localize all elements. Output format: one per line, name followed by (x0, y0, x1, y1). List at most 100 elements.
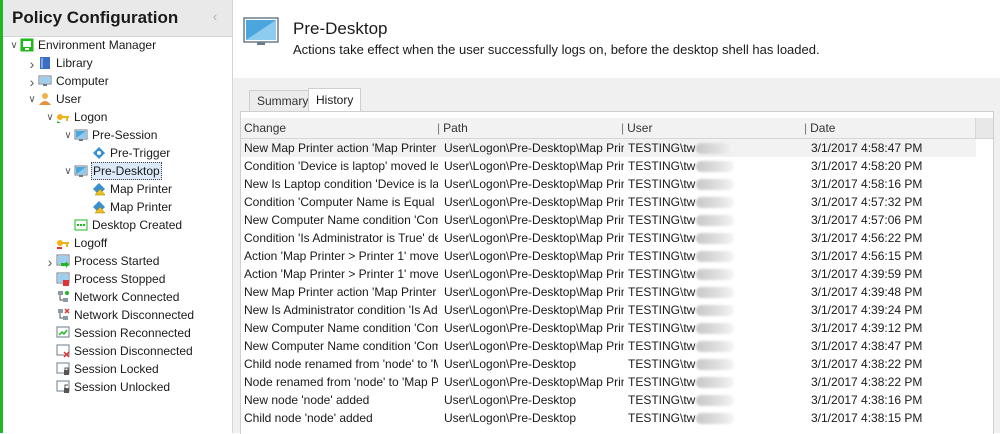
cell-date: 3/1/2017 4:58:20 PM (811, 157, 971, 175)
cell-user: TESTING\tw (628, 391, 808, 409)
cell-path: User\Logon\Pre-Desktop\Map Printer (444, 319, 624, 337)
column-header-path[interactable]: | Path (437, 118, 468, 138)
cell-text: User\Logon\Pre-Desktop\Map Printer (444, 159, 624, 173)
chevron-down-icon[interactable]: ∨ (8, 37, 20, 55)
cell-date: 3/1/2017 4:57:32 PM (811, 193, 971, 211)
tree-node[interactable]: ∨ Pre-Desktop (62, 162, 162, 180)
logoff-key-icon (56, 236, 70, 250)
cell-text: 3/1/2017 4:58:47 PM (811, 141, 923, 155)
cell-text: TESTING\tw (628, 285, 696, 299)
table-row[interactable]: New Is Laptop condition 'Device is lap..… (241, 175, 976, 193)
vertical-scrollbar[interactable] (975, 118, 993, 138)
tree-node[interactable]: Network Connected (44, 288, 180, 306)
tree-node-label: Library (56, 56, 93, 70)
table-row[interactable]: Child node renamed from 'node' to 'M... U… (241, 355, 976, 373)
tree-node[interactable]: Pre-Trigger (80, 144, 171, 162)
cell-change: Child node renamed from 'node' to 'M... (244, 355, 438, 373)
tab-history[interactable]: History (308, 88, 362, 112)
column-header-user[interactable]: | User (621, 118, 652, 138)
chevron-right-icon[interactable]: › (44, 253, 56, 271)
cell-path: User\Logon\Pre-Desktop\Map Printer (444, 157, 624, 175)
tree-node[interactable]: Desktop Created (62, 216, 183, 234)
toggle-spacer (44, 343, 56, 361)
tree-node[interactable]: Session Locked (44, 360, 160, 378)
table-row[interactable]: Child node 'node' added User\Logon\Pre-De… (241, 409, 976, 427)
tree-node[interactable]: › Library (26, 54, 94, 72)
cell-user: TESTING\tw (628, 265, 808, 283)
tree-node[interactable]: Process Stopped (44, 270, 166, 288)
table-row[interactable]: New Map Printer action 'Map Printer >...… (241, 139, 976, 157)
tree-node[interactable]: Session Unlocked (44, 378, 171, 396)
tree-node[interactable]: ∨ Logon (44, 108, 108, 126)
redaction-blur (696, 215, 735, 227)
cell-text: New Is Administrator condition 'Is Ad... (244, 303, 438, 317)
cell-user: TESTING\tw (628, 301, 808, 319)
cell-text: User\Logon\Pre-Desktop\Map Printer (444, 141, 624, 155)
chevron-down-icon[interactable]: ∨ (62, 127, 74, 145)
cell-text: TESTING\tw (628, 249, 696, 263)
chevron-left-icon[interactable]: ‹ (208, 10, 222, 24)
toggle-spacer (62, 217, 74, 235)
network-connected-icon (56, 290, 70, 304)
table-row[interactable]: Action 'Map Printer > Printer 1' moved..… (241, 247, 976, 265)
cell-text: 3/1/2017 4:38:16 PM (811, 393, 923, 407)
tree-node[interactable]: Map Printer (80, 198, 173, 216)
cell-text: 3/1/2017 4:39:24 PM (811, 303, 923, 317)
table-row[interactable]: New Map Printer action 'Map Printer >...… (241, 283, 976, 301)
cell-text: User\Logon\Pre-Desktop\Map Printer (444, 285, 624, 299)
cell-text: User\Logon\Pre-Desktop\Map Printer (444, 195, 624, 209)
page-title: Pre-Desktop (293, 19, 388, 38)
cell-text: TESTING\tw (628, 321, 696, 335)
chevron-down-icon[interactable]: ∨ (62, 163, 74, 181)
network-disconnected-icon (56, 308, 70, 322)
table-row[interactable]: Condition 'Device is laptop' moved left U… (241, 157, 976, 175)
table-row[interactable]: Condition 'Computer Name is Equal to ...… (241, 193, 976, 211)
tree-node[interactable]: Session Disconnected (44, 342, 194, 360)
table-row[interactable]: Condition 'Is Administrator is True' del… (241, 229, 976, 247)
tree-node-label: Session Disconnected (74, 344, 193, 358)
tree-node[interactable]: › Computer (26, 72, 110, 90)
redaction-blur (696, 377, 735, 389)
redaction-blur (696, 233, 735, 245)
cell-path: User\Logon\Pre-Desktop\Map Printer (444, 301, 624, 319)
cell-text: User\Logon\Pre-Desktop\Map Printer (444, 321, 624, 335)
tree-node[interactable]: ∨ User (26, 90, 82, 108)
chevron-right-icon[interactable]: › (26, 55, 38, 73)
table-row[interactable]: New Computer Name condition 'Comp... User… (241, 319, 976, 337)
chevron-down-icon[interactable]: ∨ (26, 91, 38, 109)
toggle-spacer (44, 289, 56, 307)
table-row[interactable]: New node 'node' added User\Logon\Pre-Desk… (241, 391, 976, 409)
tree-node[interactable]: › Process Started (44, 252, 160, 270)
tree-node[interactable]: Network Disconnected (44, 306, 195, 324)
cell-path: User\Logon\Pre-Desktop (444, 391, 624, 409)
cell-change: New Computer Name condition 'Comp... (244, 337, 438, 355)
redaction-blur (696, 323, 735, 335)
toggle-spacer (44, 361, 56, 379)
cell-date: 3/1/2017 4:38:15 PM (811, 409, 971, 427)
column-header-change[interactable]: Change (244, 118, 286, 138)
table-row[interactable]: Action 'Map Printer > Printer 1' moved..… (241, 265, 976, 283)
cell-text: TESTING\tw (628, 195, 696, 209)
tree-node[interactable]: ∨ Environment Manager (8, 36, 157, 54)
cell-text: Condition 'Device is laptop' moved left (244, 159, 438, 173)
tree-node-label: Process Stopped (74, 272, 166, 286)
tree-node[interactable]: ∨ Pre-Session (62, 126, 158, 144)
cell-text: TESTING\tw (628, 339, 696, 353)
table-row[interactable]: New Computer Name condition 'Comp... User… (241, 211, 976, 229)
cell-change: Action 'Map Printer > Printer 1' moved..… (244, 247, 438, 265)
chevron-down-icon[interactable]: ∨ (44, 109, 56, 127)
chevron-right-icon[interactable]: › (26, 73, 38, 91)
table-row[interactable]: New Computer Name condition 'Comp... User… (241, 337, 976, 355)
cell-text: Node renamed from 'node' to 'Map Pri... (244, 375, 438, 389)
tab-summary[interactable]: Summary (249, 90, 317, 112)
tree-node[interactable]: Map Printer (80, 180, 173, 198)
tree-node[interactable]: Session Reconnected (44, 324, 192, 342)
history-grid: Change | Path | User | Date New Map Printer… (240, 111, 994, 434)
cell-change: New Map Printer action 'Map Printer >... (244, 139, 438, 157)
table-row[interactable]: Node renamed from 'node' to 'Map Pri... U… (241, 373, 976, 391)
table-row[interactable]: New Is Administrator condition 'Is Ad...… (241, 301, 976, 319)
tree-node[interactable]: Logoff (44, 234, 108, 252)
column-header-date[interactable]: | Date (804, 118, 835, 138)
tree-node-label: Session Unlocked (74, 380, 171, 394)
cell-user: TESTING\tw (628, 139, 808, 157)
